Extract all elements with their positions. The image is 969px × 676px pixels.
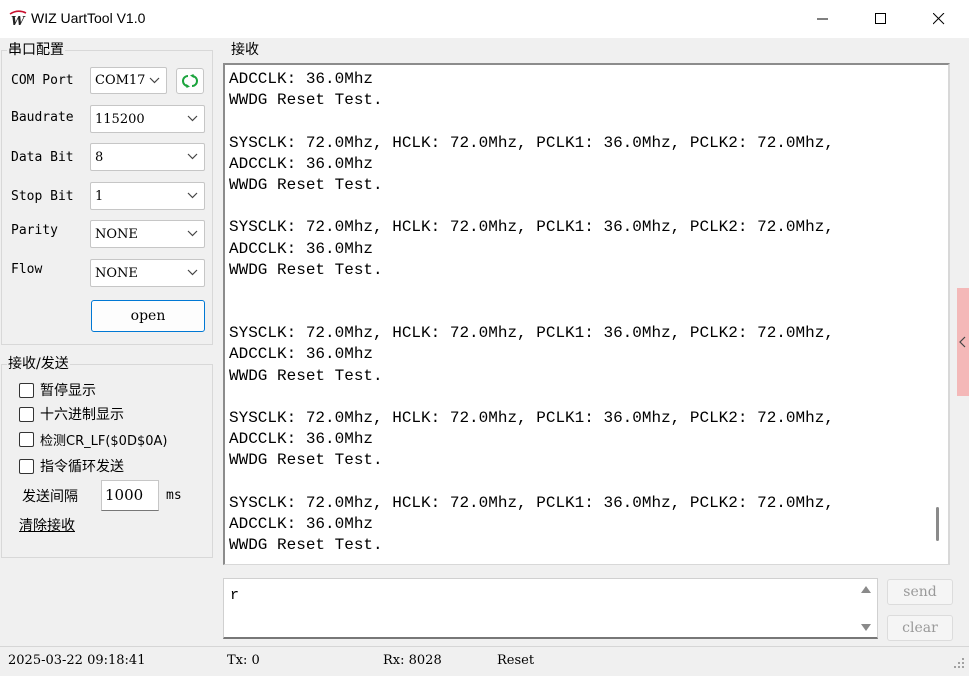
hex-display-checkbox[interactable]: 十六进制显示 [19,405,124,423]
receive-textarea[interactable]: ADCCLK: 36.0Mhz WWDG Reset Test. SYSCLK: 7… [223,63,950,565]
loop-send-label: 指令循环发送 [40,459,124,475]
send-button[interactable]: send [887,579,953,605]
receive-line [229,472,834,493]
receive-line [229,281,834,302]
maximize-button[interactable] [852,0,910,38]
baudrate-select[interactable]: 115200 [90,105,205,133]
receive-line: SYSCLK: 72.0Mhz, HCLK: 72.0Mhz, PCLK1: 3… [229,493,834,512]
chevron-down-icon [187,192,198,199]
receive-line [229,196,834,217]
status-timestamp: 2025-03-22 09:18:41 [8,653,146,668]
parity-label: Parity [11,223,58,238]
hex-display-label: 十六进制显示 [40,407,124,423]
scroll-down-icon[interactable] [860,622,872,632]
receive-line [229,111,834,132]
refresh-ports-button[interactable] [176,68,204,94]
wiz-logo-icon: W [9,10,27,27]
data-bit-label: Data Bit [11,150,74,165]
send-textarea[interactable]: r [223,578,878,639]
flow-select[interactable]: NONE [90,259,205,287]
open-port-button[interactable]: open [91,300,205,332]
status-tx: Tx: 0 [227,653,260,668]
send-interval-unit: ms [166,488,182,503]
chevron-down-icon [149,77,160,84]
receive-lines: ADCCLK: 36.0Mhz WWDG Reset Test. SYSCLK: 7… [229,69,834,556]
close-button[interactable] [910,0,968,38]
refresh-icon [182,74,198,88]
data-bit-value: 8 [95,150,104,165]
checkbox-box[interactable] [19,382,34,398]
send-interval-label: 发送间隔 [22,489,78,505]
resize-grip-icon[interactable] [952,656,966,670]
receive-line: WWDG Reset Test. [229,451,383,470]
receive-line: WWDG Reset Test. [229,91,383,110]
svg-text:W: W [11,14,26,27]
receive-scrollbar-thumb[interactable] [936,507,939,541]
side-panel-toggle[interactable] [957,288,969,396]
minimize-button[interactable] [794,0,852,38]
receive-line: WWDG Reset Test. [229,366,383,385]
receive-line: SYSCLK: 72.0Mhz, HCLK: 72.0Mhz, PCLK1: 3… [229,218,834,237]
parity-select[interactable]: NONE [90,220,205,248]
stop-bit-value: 1 [95,189,104,204]
window-title: WIZ UartTool V1.0 [31,10,146,26]
flow-value: NONE [95,266,138,281]
receive-line: ADCCLK: 36.0Mhz [229,345,374,364]
parity-value: NONE [95,227,138,242]
detect-crlf-checkbox[interactable]: 检测CR_LF($0D$0A) [19,430,168,449]
receive-line: ADCCLK: 36.0Mhz [229,514,374,533]
chevron-left-icon [959,336,966,348]
maximize-icon [875,13,886,24]
com-port-label: COM Port [11,73,74,88]
clear-receive-link[interactable]: 清除接收 [19,515,75,535]
receive-line: SYSCLK: 72.0Mhz, HCLK: 72.0Mhz, PCLK1: 3… [229,324,834,343]
chevron-down-icon [187,230,198,237]
com-port-select[interactable]: COM17 [90,67,167,94]
recv-send-options-title: 接收/发送 [7,356,70,372]
status-reset[interactable]: Reset [497,653,534,668]
receive-line [229,387,834,408]
data-bit-select[interactable]: 8 [90,143,205,171]
send-interval-input[interactable]: 1000 [101,480,159,511]
flow-label: Flow [11,262,43,277]
chevron-down-icon [187,269,198,276]
stop-bit-select[interactable]: 1 [90,182,205,210]
receive-line [229,302,834,323]
close-icon [933,13,945,25]
clear-button[interactable]: clear [887,615,953,641]
receive-line: ADCCLK: 36.0Mhz [229,430,374,449]
send-text-value: r [230,587,240,604]
baudrate-value: 115200 [95,112,145,127]
receive-line: SYSCLK: 72.0Mhz, HCLK: 72.0Mhz, PCLK1: 3… [229,409,834,427]
status-rx: Rx: 8028 [383,653,442,668]
minimize-icon [817,18,828,20]
checkbox-box[interactable] [19,431,34,447]
receive-line: ADCCLK: 36.0Mhz [229,70,374,88]
baudrate-label: Baudrate [11,110,74,125]
com-port-value: COM17 [95,73,146,88]
chevron-down-icon [187,153,198,160]
pause-display-checkbox[interactable]: 暂停显示 [19,381,96,399]
receive-line: WWDG Reset Test. [229,260,383,279]
receive-line: ADCCLK: 36.0Mhz [229,154,374,173]
receive-line: SYSCLK: 72.0Mhz, HCLK: 72.0Mhz, PCLK1: 3… [229,133,834,152]
checkbox-box[interactable] [19,458,34,474]
pause-display-label: 暂停显示 [40,383,96,399]
checkbox-box[interactable] [19,406,34,422]
receive-title: 接收 [230,42,260,58]
loop-send-checkbox[interactable]: 指令循环发送 [19,457,124,475]
stop-bit-label: Stop Bit [11,189,74,204]
detect-crlf-label: 检测CR_LF($0D$0A) [40,433,168,449]
title-bar: W WIZ UartTool V1.0 [0,0,969,38]
chevron-down-icon [187,115,198,122]
receive-line: WWDG Reset Test. [229,536,383,555]
serial-config-title: 串口配置 [7,42,65,58]
receive-line: WWDG Reset Test. [229,175,383,194]
scroll-up-icon[interactable] [860,585,872,595]
receive-line: ADCCLK: 36.0Mhz [229,239,374,258]
